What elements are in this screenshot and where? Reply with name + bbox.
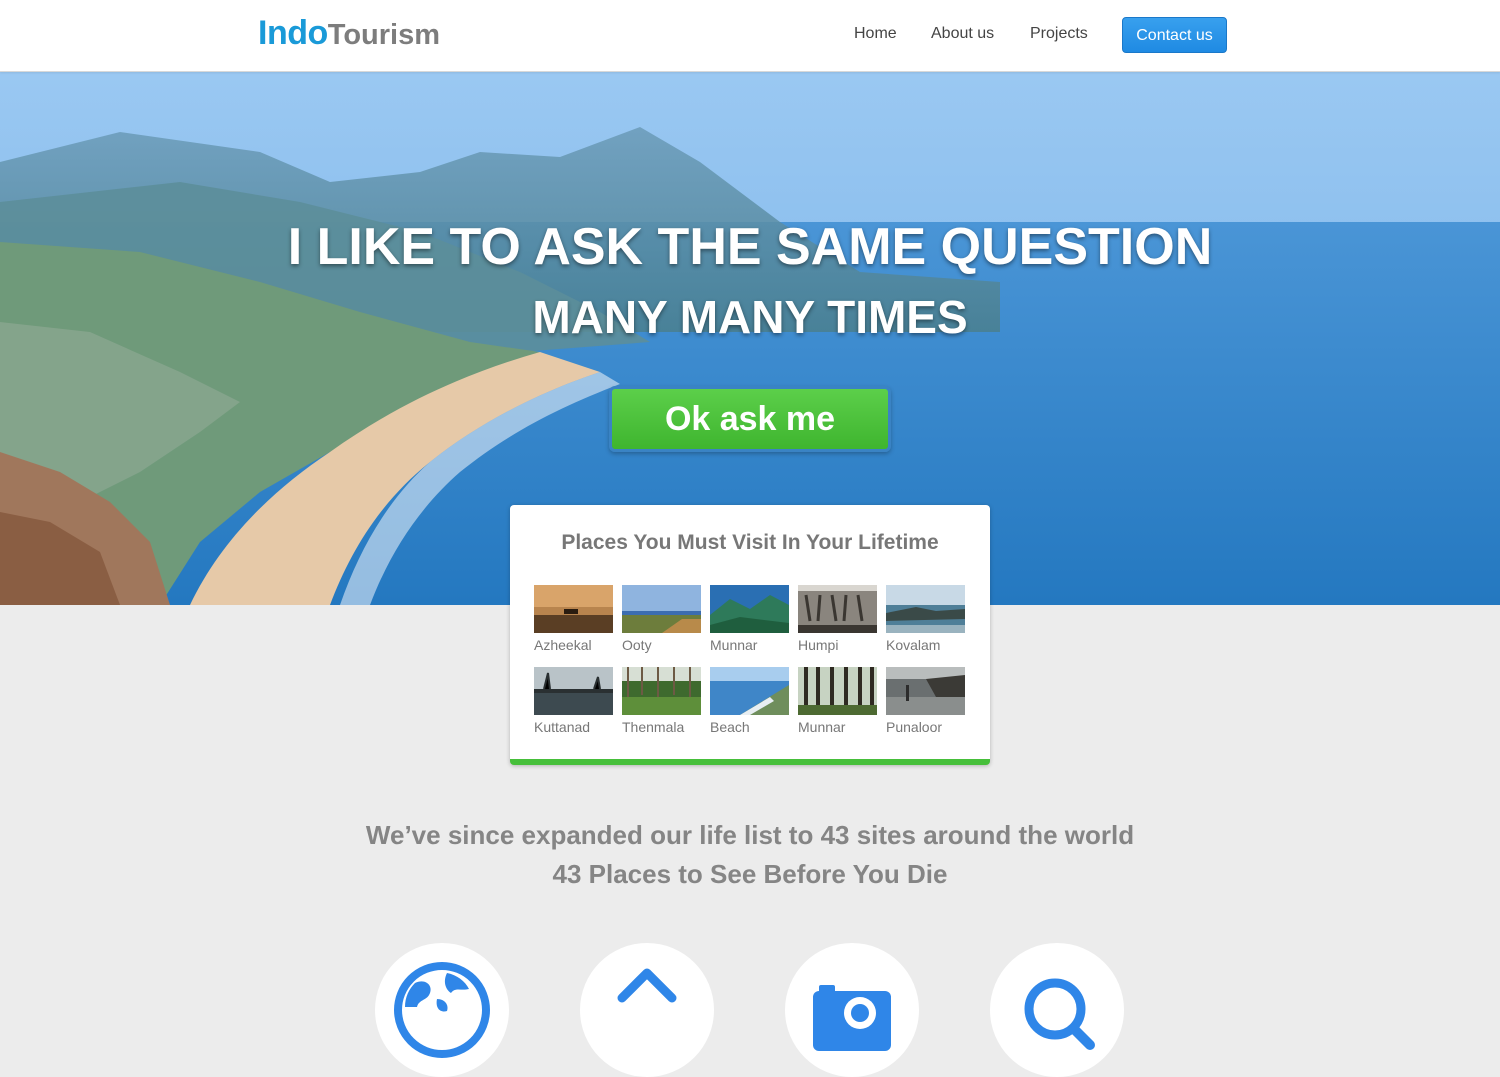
contact-us-button[interactable]: Contact us — [1122, 17, 1227, 53]
camera-icon — [813, 985, 891, 1051]
globe-icon — [394, 962, 490, 1058]
places-card: Places You Must Visit In Your Lifetime A… — [510, 505, 990, 765]
place-name: Munnar — [710, 637, 758, 653]
main-nav: Home About us Projects Contact us — [0, 0, 1500, 71]
place-name: Thenmala — [622, 719, 685, 735]
place-item[interactable]: Azheekal — [534, 585, 613, 653]
place-item[interactable]: Kuttanad — [534, 667, 613, 735]
place-thumbnail — [622, 667, 701, 715]
places-card-title: Places You Must Visit In Your Lifetime — [561, 531, 939, 554]
nav-projects-link[interactable]: Projects — [1030, 25, 1088, 43]
tagline-line1: We’ve since expanded our life list to 43… — [365, 820, 1135, 850]
place-thumbnail — [534, 585, 613, 633]
place-name: Ooty — [622, 637, 652, 653]
place-item[interactable]: Munnar — [798, 667, 877, 735]
place-name: Munnar — [798, 719, 846, 735]
feature-camera[interactable] — [785, 943, 919, 1077]
place-name: Beach — [710, 719, 750, 735]
place-item[interactable]: Munnar — [710, 585, 789, 653]
place-thumbnail — [710, 667, 789, 715]
place-thumbnail — [886, 585, 965, 633]
nav-home-link[interactable]: Home — [854, 25, 897, 43]
place-item[interactable]: Beach — [710, 667, 789, 735]
hero-headline-line2: MANY MANY TIMES — [532, 291, 968, 343]
tagline-line2: 43 Places to See Before You Die — [552, 859, 948, 889]
home-icon — [617, 968, 677, 1003]
place-item[interactable]: Ooty — [622, 585, 701, 653]
site-header: IndoTourism Home About us Projects Conta… — [0, 0, 1500, 72]
place-name: Humpi — [798, 637, 839, 653]
ok-ask-me-button[interactable]: Ok ask me — [609, 386, 891, 452]
hero-headline-line1: I LIKE TO ASK THE SAME QUESTION — [287, 218, 1213, 276]
place-name: Punaloor — [886, 719, 943, 735]
place-thumbnail — [710, 585, 789, 633]
place-thumbnail — [622, 585, 701, 633]
feature-home[interactable] — [580, 943, 714, 1077]
place-thumbnail — [886, 667, 965, 715]
place-item[interactable]: Kovalam — [886, 585, 965, 653]
search-icon — [1024, 978, 1095, 1050]
place-thumbnail — [534, 667, 613, 715]
place-item[interactable]: Thenmala — [622, 667, 701, 735]
feature-search[interactable] — [990, 943, 1124, 1077]
place-thumbnail — [798, 667, 877, 715]
place-item[interactable]: Punaloor — [886, 667, 965, 735]
place-name: Kovalam — [886, 637, 941, 653]
place-thumbnail — [798, 585, 877, 633]
nav-about-link[interactable]: About us — [931, 25, 994, 43]
place-item[interactable]: Humpi — [798, 585, 877, 653]
feature-globe[interactable] — [375, 943, 509, 1077]
place-name: Azheekal — [534, 637, 592, 653]
place-name: Kuttanad — [534, 719, 591, 735]
